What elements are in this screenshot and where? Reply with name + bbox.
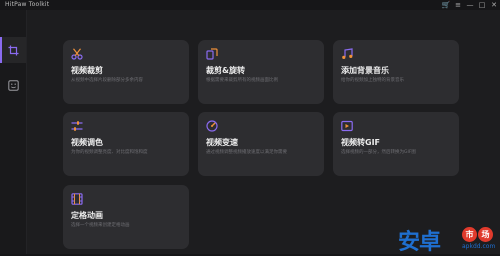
- card-crop-rotate[interactable]: 裁剪&旋转 根据需要来裁剪所有的视频画面比例: [198, 40, 324, 104]
- card-video-to-gif[interactable]: 视频转GIF 选择视频的一部分，然后转换为GIF图: [333, 112, 459, 176]
- gif-icon: [341, 120, 353, 132]
- card-speed[interactable]: 视频变速 通过视频调整视频播放速度以满足你需要: [198, 112, 324, 176]
- watermark-domain: apkdd.com: [462, 243, 496, 250]
- card-title: 视频转GIF: [341, 138, 381, 147]
- card-title: 视频调色: [71, 138, 103, 147]
- cart-icon[interactable]: 🛒: [440, 0, 452, 10]
- face-icon: [7, 79, 19, 91]
- menu-icon[interactable]: ≡: [452, 0, 464, 10]
- card-add-music[interactable]: 添加背景音乐 给你的视频加上独特的背景音乐: [333, 40, 459, 104]
- title-bar: HitPaw Toolkit 🛒 ≡ — □ ✕: [0, 0, 500, 10]
- card-stop-motion[interactable]: 定格动画 选择一个视频来创建定格动画: [63, 185, 189, 249]
- card-desc: 通过视频调整视频播放速度以满足你需要: [206, 150, 287, 155]
- crop-icon: [8, 45, 18, 55]
- card-desc: 给你的视频加上独特的背景音乐: [341, 78, 404, 83]
- tool-grid: 视频裁剪 从视频中选择片段删除部分多余内容 裁剪&旋转 根据需要来裁剪所有的视频…: [27, 10, 500, 254]
- card-title: 定格动画: [71, 211, 103, 220]
- watermark-text: 安卓: [398, 230, 441, 255]
- sidebar: [0, 10, 27, 254]
- sidebar-item-face[interactable]: [0, 72, 26, 98]
- card-color-grade[interactable]: 视频调色 为你的视频调整亮度、对比度和饱和度: [63, 112, 189, 176]
- card-desc: 为你的视频调整亮度、对比度和饱和度: [71, 150, 148, 155]
- card-video-trim[interactable]: 视频裁剪 从视频中选择片段删除部分多余内容: [63, 40, 189, 104]
- card-title: 视频裁剪: [71, 66, 103, 75]
- card-desc: 从视频中选择片段删除部分多余内容: [71, 78, 143, 83]
- watermark-badge-1: 市: [462, 227, 477, 242]
- film-icon: [71, 193, 83, 205]
- card-desc: 选择视频的一部分，然后转换为GIF图: [341, 150, 416, 155]
- sliders-icon: [71, 121, 83, 131]
- card-title: 视频变速: [206, 138, 238, 147]
- card-desc: 根据需要来裁剪所有的视频画面比例: [206, 78, 278, 83]
- speed-icon: [206, 120, 218, 132]
- scissors-icon: [71, 48, 83, 60]
- minimize-button[interactable]: —: [464, 0, 476, 10]
- watermark-badge-2: 场: [478, 227, 493, 242]
- card-title: 添加背景音乐: [341, 66, 389, 75]
- watermark: 安卓 市 场 apkdd.com: [398, 224, 500, 255]
- maximize-button[interactable]: □: [476, 0, 488, 10]
- sidebar-item-video-tools[interactable]: [0, 37, 26, 63]
- close-button[interactable]: ✕: [488, 0, 500, 10]
- card-title: 裁剪&旋转: [206, 66, 245, 75]
- crop-rotate-icon: [206, 48, 218, 60]
- app-title: HitPaw Toolkit: [5, 1, 50, 8]
- card-desc: 选择一个视频来创建定格动画: [71, 223, 130, 228]
- music-icon: [342, 48, 353, 59]
